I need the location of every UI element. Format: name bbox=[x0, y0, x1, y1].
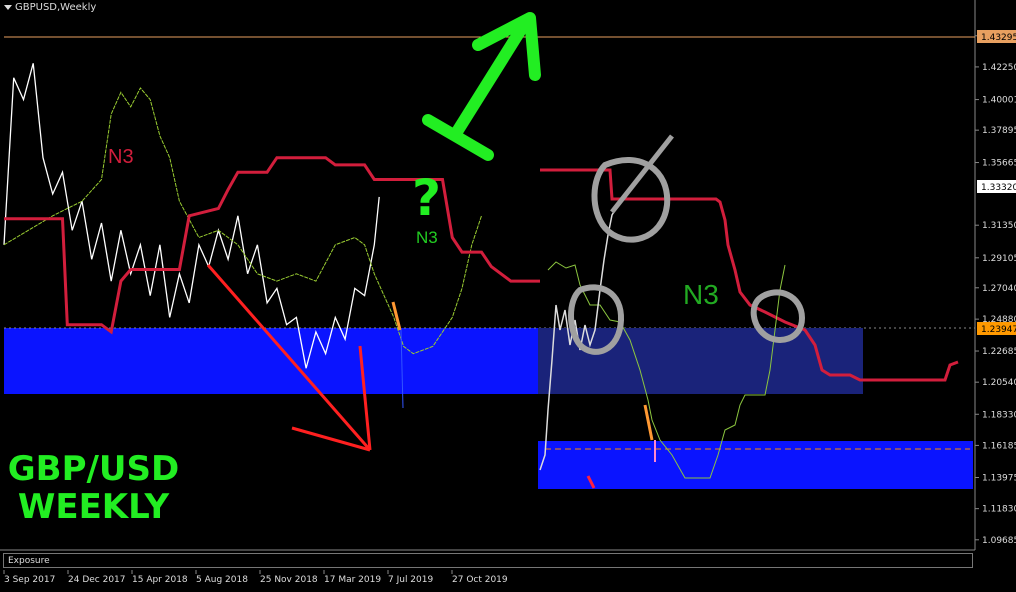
demand-zone-dim[interactable] bbox=[538, 328, 863, 394]
y-tick-label: 1.27040 bbox=[982, 284, 1016, 294]
x-tick-label: 24 Dec 2017 bbox=[68, 575, 126, 585]
price-axis[interactable]: 1.443951.422501.400011.378951.356651.313… bbox=[975, 32, 1016, 546]
demand-zone-right[interactable] bbox=[538, 441, 973, 489]
y-tick-label: 1.11830 bbox=[982, 505, 1016, 515]
price-tag-current: 1.33320 bbox=[977, 180, 1016, 193]
x-tick-label: 15 Apr 2018 bbox=[132, 575, 188, 585]
y-tick-label: 1.09685 bbox=[982, 536, 1016, 546]
svg-text:1.23947: 1.23947 bbox=[981, 325, 1016, 335]
right-orange-candle bbox=[643, 404, 654, 441]
y-tick-label: 1.13975 bbox=[982, 474, 1016, 484]
chart-title[interactable]: GBPUSD,Weekly bbox=[4, 2, 96, 13]
n3-green-large-label: N3 bbox=[683, 279, 719, 310]
y-tick-label: 1.42250 bbox=[982, 63, 1016, 73]
y-tick-label: 1.31350 bbox=[982, 221, 1016, 231]
series-layer bbox=[3, 63, 540, 369]
y-tick-label: 1.22685 bbox=[982, 347, 1016, 357]
y-tick-label: 1.16185 bbox=[982, 441, 1016, 451]
pair-label-line1: GBP/USD bbox=[7, 449, 180, 489]
price-tag-zone: 1.23947 bbox=[977, 322, 1016, 335]
y-tick-label: 1.29105 bbox=[982, 254, 1016, 264]
pair-label: GBP/USD WEEKLY bbox=[6, 450, 181, 526]
y-tick-label: 1.40001 bbox=[982, 96, 1016, 106]
n3-red-label: N3 bbox=[108, 146, 134, 168]
exposure-panel[interactable]: Exposure bbox=[3, 553, 973, 568]
price-tag-horizontal: 1.43295 bbox=[977, 30, 1016, 43]
dropdown-icon[interactable] bbox=[4, 4, 12, 10]
y-tick-label: 1.35665 bbox=[982, 159, 1016, 169]
y-tick-label: 1.18330 bbox=[982, 410, 1016, 420]
y-tick-label: 1.20540 bbox=[982, 378, 1016, 388]
circle-annotation-1[interactable] bbox=[591, 134, 674, 243]
x-tick-label: 17 Mar 2019 bbox=[324, 575, 381, 585]
svg-text:1.43295: 1.43295 bbox=[981, 33, 1016, 43]
time-axis[interactable]: 3 Sep 2017 24 Dec 2017 15 Apr 2018 5 Aug 20… bbox=[3, 570, 508, 585]
n3-green-small-label: N3 bbox=[416, 228, 438, 247]
exposure-label: Exposure bbox=[8, 556, 50, 566]
series-line-kijun[interactable] bbox=[4, 156, 540, 335]
x-tick-label: 27 Oct 2019 bbox=[452, 575, 508, 585]
x-tick-label: 25 Nov 2018 bbox=[260, 575, 318, 585]
chart-title-text: GBPUSD,Weekly bbox=[15, 2, 97, 13]
x-tick-label: 5 Aug 2018 bbox=[196, 575, 248, 585]
x-tick-label: 3 Sep 2017 bbox=[4, 575, 55, 585]
green-up-arrow[interactable] bbox=[422, 12, 541, 161]
y-tick-label: 1.37895 bbox=[982, 126, 1016, 136]
svg-text:1.33320: 1.33320 bbox=[981, 183, 1016, 193]
x-tick-label: 7 Jul 2019 bbox=[388, 575, 433, 585]
question-mark: ? bbox=[412, 169, 441, 227]
pair-label-line2: WEEKLY bbox=[17, 487, 170, 527]
